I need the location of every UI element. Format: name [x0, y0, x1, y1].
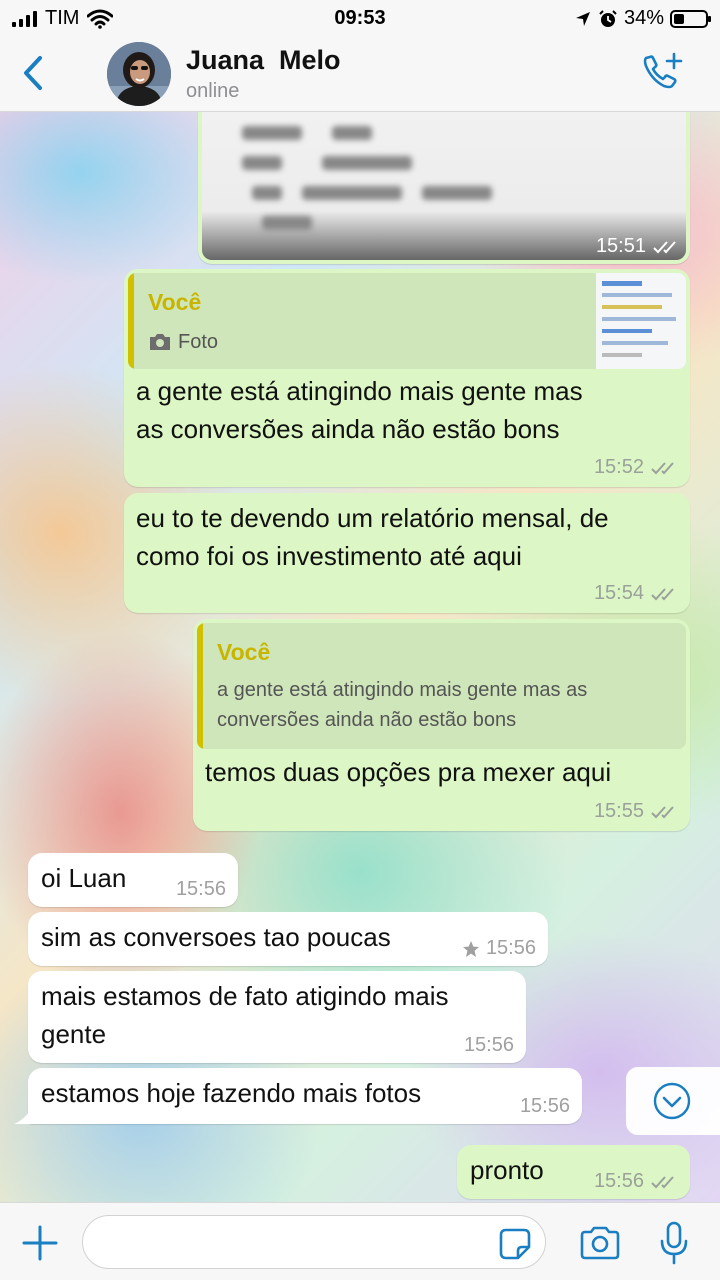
- message-bubble-incoming[interactable]: mais estamos de fato atigindo mais gente…: [28, 971, 526, 1063]
- camera-icon: [150, 334, 170, 350]
- double-check-icon: [653, 240, 676, 253]
- phone-plus-icon[interactable]: [640, 52, 684, 94]
- message-text: estamos hoje fazendo mais fotos: [41, 1078, 422, 1108]
- chat-background: 15:51 Você Foto a gente está atingindo m…: [0, 112, 720, 1202]
- message-text: oi Luan: [41, 863, 127, 893]
- double-check-icon: [651, 587, 674, 600]
- chat-header: Juana Melo online: [0, 38, 720, 112]
- message-text: a gente está atingindo mais gente mas as…: [136, 376, 583, 444]
- message-time: 15:55: [593, 800, 644, 822]
- message-text: temos duas opções pra mexer aqui: [205, 757, 612, 787]
- quoted-message[interactable]: Você a gente está atingindo mais gente m…: [197, 623, 686, 749]
- contact-status: online: [186, 80, 240, 102]
- message-time: 15:56: [519, 1095, 570, 1117]
- message-bubble-outgoing[interactable]: eu to te devendo um relatório mensal, de…: [124, 493, 690, 613]
- message-text: sim as conversoes tao poucas: [41, 922, 391, 952]
- status-indicators: 34%: [574, 7, 711, 30]
- avatar[interactable]: [107, 42, 171, 106]
- quote-text: a gente está atingindo mais gente mas as…: [217, 679, 588, 731]
- alarm-icon: [599, 9, 617, 27]
- plus-icon[interactable]: [20, 1223, 60, 1263]
- message-time: 15:56: [593, 1170, 644, 1192]
- message-time: 15:51: [595, 235, 646, 257]
- message-time: 15:56: [175, 878, 226, 900]
- message-time: 15:52: [593, 456, 644, 478]
- battery-percent: 34%: [623, 7, 664, 29]
- scroll-down-button[interactable]: [626, 1067, 720, 1135]
- back-chevron-icon[interactable]: [18, 52, 50, 94]
- chevron-down-circle-icon[interactable]: [652, 1081, 692, 1121]
- battery-icon: [670, 9, 711, 28]
- double-check-icon: [651, 805, 674, 818]
- star-icon: [462, 940, 479, 957]
- contact-name[interactable]: Juana Melo: [186, 45, 341, 76]
- message-input[interactable]: [82, 1215, 546, 1269]
- message-bubble-outgoing[interactable]: pronto 15:56: [457, 1145, 690, 1199]
- status-bar: TIM 09:53 34%: [0, 0, 720, 38]
- quote-author: Você: [148, 289, 202, 315]
- bubble-tail: [14, 1108, 32, 1124]
- input-bar: [0, 1202, 720, 1280]
- message-text: eu to te devendo um relatório mensal, de…: [136, 503, 609, 571]
- camera-icon[interactable]: [578, 1225, 622, 1261]
- quoted-image-thumbnail: [596, 273, 686, 369]
- message-text: pronto: [470, 1155, 544, 1185]
- image-message[interactable]: 15:51: [198, 112, 690, 264]
- message-bubble-incoming[interactable]: sim as conversoes tao poucas 15:56: [28, 912, 548, 966]
- message-bubble-incoming[interactable]: oi Luan 15:56: [28, 853, 238, 907]
- message-text: mais estamos de fato atigindo mais gente: [41, 981, 449, 1049]
- double-check-icon: [651, 1175, 674, 1188]
- location-arrow-icon: [575, 11, 590, 26]
- double-check-icon: [651, 461, 674, 474]
- message-bubble-outgoing[interactable]: Você Foto a gente está atingindo mais ge…: [124, 269, 690, 487]
- message-time: 15:56: [463, 1034, 514, 1056]
- quoted-message[interactable]: Você Foto: [128, 273, 686, 369]
- microphone-icon[interactable]: [658, 1221, 690, 1265]
- message-time: 15:54: [593, 582, 644, 604]
- sticker-icon[interactable]: [498, 1227, 532, 1261]
- message-bubble-outgoing[interactable]: Você a gente está atingindo mais gente m…: [193, 619, 690, 831]
- message-time: 15:56: [485, 937, 536, 959]
- quote-text: Foto: [178, 331, 219, 353]
- quote-author: Você: [217, 639, 271, 665]
- message-bubble-incoming[interactable]: estamos hoje fazendo mais fotos 15:56: [14, 1068, 582, 1124]
